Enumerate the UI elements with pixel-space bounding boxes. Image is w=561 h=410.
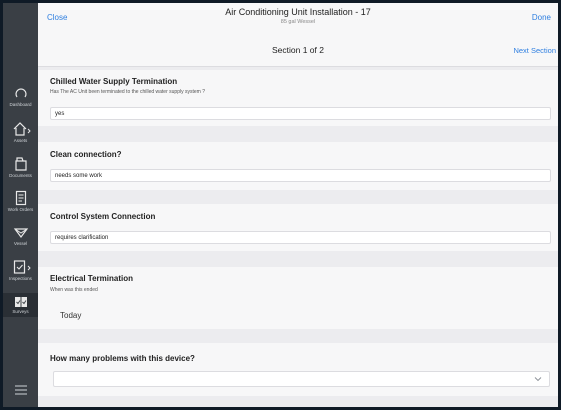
question-title: Clean connection? <box>50 150 122 159</box>
next-section-button[interactable]: Next Section <box>513 46 556 55</box>
answer-field[interactable]: requires clarification <box>50 231 551 244</box>
app-frame: Dashboard Assets Documents Work Orders V… <box>0 0 561 410</box>
survey-icon <box>14 297 27 307</box>
checklist-icon <box>13 260 31 274</box>
sidebar-item-assets[interactable]: Assets <box>3 121 38 143</box>
sidebar-item-surveys[interactable]: Surveys <box>3 293 38 317</box>
question-title: Electrical Termination <box>50 274 133 283</box>
menu-button[interactable] <box>3 385 38 395</box>
question-title: Chilled Water Supply Termination <box>50 77 178 86</box>
question-title: How many problems with this device? <box>50 354 195 363</box>
sidebar-item-documents[interactable]: Documents <box>3 156 38 178</box>
question-card: How many problems with this device? <box>38 343 558 396</box>
section-indicator: Section 1 of 2 <box>272 45 324 55</box>
sidebar-item-label: Vessel <box>13 241 28 246</box>
vessel-icon <box>13 228 28 238</box>
sidebar-item-label: Inspections <box>9 276 32 281</box>
sidebar-item-inspections[interactable]: Inspections <box>3 259 38 281</box>
question-subtitle: When was this ended <box>50 287 98 293</box>
question-title: Control System Connection <box>50 212 156 221</box>
done-button[interactable]: Done <box>532 13 551 22</box>
date-value[interactable]: Today <box>60 311 81 320</box>
folder-icon <box>14 157 27 171</box>
sidebar-item-vessel[interactable]: Vessel <box>3 224 38 246</box>
sidebar-item-label: Work Orders <box>7 207 34 212</box>
dashboard-icon <box>14 88 27 98</box>
page-title: Air Conditioning Unit Installation - 17 <box>225 7 371 17</box>
question-card: Chilled Water Supply Termination Has The… <box>38 70 558 126</box>
sidebar-item-label: Assets <box>13 138 28 143</box>
main-content: Close Air Conditioning Unit Installation… <box>38 3 558 407</box>
sidebar-item-label: Surveys <box>12 309 29 314</box>
answer-field[interactable]: yes <box>50 107 551 120</box>
problems-select[interactable] <box>53 371 550 387</box>
question-card: Electrical Termination When was this end… <box>38 267 558 329</box>
chevron-down-icon <box>534 377 542 382</box>
document-icon <box>15 190 26 206</box>
sidebar-item-dashboard[interactable]: Dashboard <box>3 87 38 107</box>
question-subtitle: Has The AC Unit been terminated to the c… <box>50 89 205 95</box>
sidebar-item-label: Dashboard <box>9 102 32 107</box>
sidebar-item-work-orders[interactable]: Work Orders <box>3 190 38 212</box>
question-card: Clean connection? needs some work <box>38 142 558 190</box>
page-subtitle: 85 gal Wessel <box>280 19 316 25</box>
answer-field[interactable]: needs some work <box>50 169 551 182</box>
sidebar-item-label: Documents <box>9 173 32 178</box>
question-card: Control System Connection requires clari… <box>38 204 558 251</box>
hamburger-menu-icon <box>14 385 27 395</box>
section-bar: Section 1 of 2 Next Section <box>38 36 558 67</box>
sidebar: Dashboard Assets Documents Work Orders V… <box>3 3 38 407</box>
navigation-header: Close Air Conditioning Unit Installation… <box>38 3 558 37</box>
home-icon <box>13 122 31 136</box>
